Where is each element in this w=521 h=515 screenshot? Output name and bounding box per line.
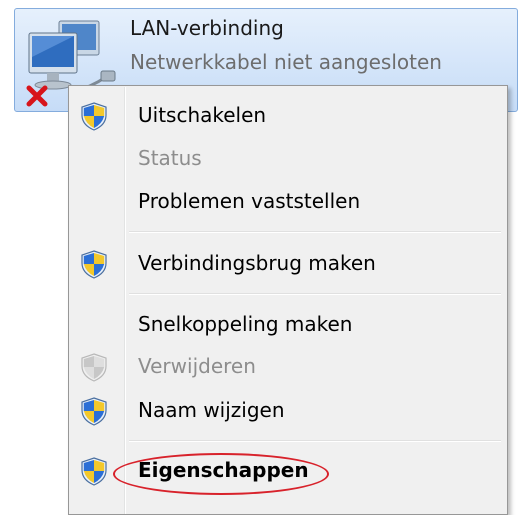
menu-item-label: Eigenschappen [138, 458, 309, 482]
menu-item-label: Status [138, 146, 202, 170]
context-menu: Uitschakelen Status Problemen vaststelle… [68, 85, 508, 515]
menu-separator [129, 231, 501, 233]
menu-item-naam-wijzigen[interactable]: Naam wijzigen [71, 390, 505, 430]
uac-shield-icon [81, 353, 107, 382]
uac-shield-icon [81, 250, 107, 279]
menu-item-verbindingsbrug-maken[interactable]: Verbindingsbrug maken [71, 243, 505, 283]
menu-item-label: Problemen vaststellen [138, 189, 361, 213]
connection-status: Netwerkkabel niet aangesloten [130, 50, 442, 74]
uac-shield-icon [81, 102, 107, 131]
menu-separator [129, 293, 501, 295]
menu-item-uitschakelen[interactable]: Uitschakelen [71, 95, 505, 135]
menu-separator [129, 440, 501, 442]
menu-item-label: Verwijderen [138, 354, 256, 378]
menu-item-status[interactable]: Status [71, 138, 505, 178]
red-x-icon [26, 85, 48, 107]
menu-item-label: Naam wijzigen [138, 398, 285, 422]
uac-shield-icon [81, 457, 107, 486]
menu-item-label: Snelkoppeling maken [138, 312, 353, 336]
connection-name: LAN-verbinding [130, 16, 284, 40]
menu-item-snelkoppeling-maken[interactable]: Snelkoppeling maken [71, 304, 505, 344]
menu-item-verwijderen[interactable]: Verwijderen [71, 346, 505, 386]
menu-item-label: Uitschakelen [138, 103, 267, 127]
menu-item-problemen-vaststellen[interactable]: Problemen vaststellen [71, 181, 505, 221]
menu-item-eigenschappen[interactable]: Eigenschappen [71, 450, 505, 490]
menu-item-label: Verbindingsbrug maken [138, 251, 376, 275]
uac-shield-icon [81, 397, 107, 426]
